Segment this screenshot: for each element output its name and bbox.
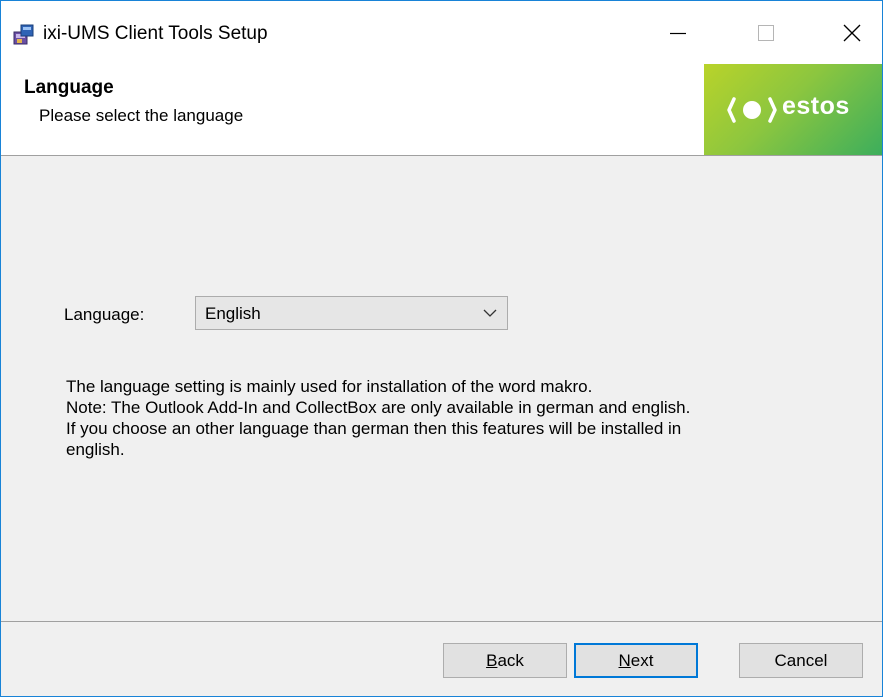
language-select-value: English [205,304,261,323]
logo-text: estos [782,92,850,120]
setup-window: ixi-UMS Client Tools Setup Language Plea… [0,0,883,697]
back-button-mnemonic: B [486,650,498,670]
page-title: Language [24,77,114,98]
installer-icon [13,23,35,45]
cancel-button-label: Cancel [774,650,828,670]
wizard-footer: Back Next Cancel [1,622,882,696]
close-icon [843,24,861,41]
info-line: If you choose an other language than ger… [66,419,682,438]
back-button[interactable]: Back [443,643,567,678]
page-subtitle: Please select the language [39,106,244,125]
estos-logo: estos [704,64,882,155]
info-line: english. [66,440,125,459]
language-info-text: The language setting is mainly used for … [66,376,816,460]
next-button[interactable]: Next [574,643,698,678]
title-bar[interactable]: ixi-UMS Client Tools Setup [1,1,882,64]
estos-logo-mark-icon [727,97,777,123]
window-title: ixi-UMS Client Tools Setup [43,23,268,44]
info-line: Note: The Outlook Add-In and CollectBox … [66,398,691,417]
language-select[interactable]: English [195,296,508,330]
minimize-button[interactable] [649,1,707,64]
chevron-down-icon [483,309,497,317]
maximize-button[interactable] [737,1,795,64]
cancel-button[interactable]: Cancel [739,643,863,678]
next-button-mnemonic: N [618,650,631,670]
maximize-icon [758,24,774,41]
language-label: Language: [64,305,145,324]
back-button-label: ack [497,650,524,670]
next-button-label: ext [630,650,654,670]
minimize-icon [670,32,686,34]
wizard-body: Language: English The language setting i… [1,156,882,621]
info-line: The language setting is mainly used for … [66,377,593,396]
close-button[interactable] [823,1,881,64]
wizard-header: Language Please select the language esto… [1,64,882,156]
